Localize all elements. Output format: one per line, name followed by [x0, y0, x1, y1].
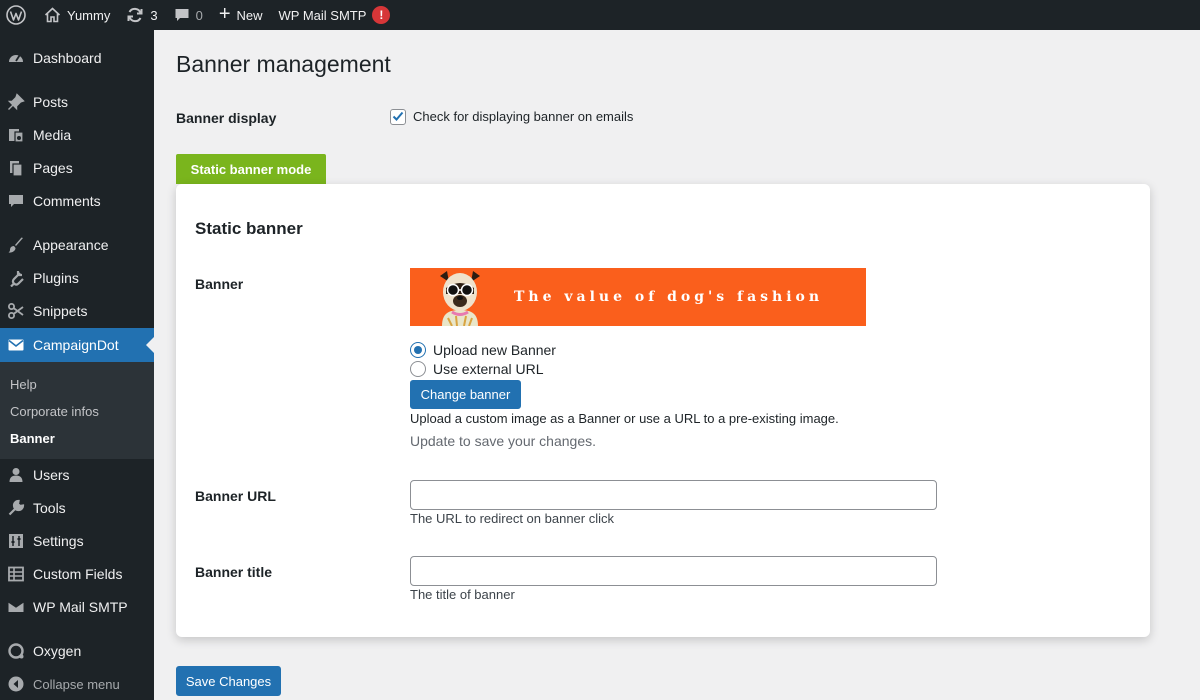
- banner-url-input[interactable]: [410, 480, 937, 510]
- radio-external-label: Use external URL: [433, 361, 544, 377]
- banner-url-label: Banner URL: [195, 488, 276, 504]
- banner-display-checkbox-label[interactable]: Check for displaying banner on emails: [413, 109, 633, 124]
- page-title: Banner management: [176, 51, 391, 77]
- sidebar-item-custom-fields[interactable]: Custom Fields: [0, 557, 154, 591]
- comments-link[interactable]: 0: [166, 0, 211, 30]
- settings-icon: [6, 531, 26, 551]
- sidebar-item-label: Media: [33, 127, 72, 143]
- sidebar-item-appearance[interactable]: Appearance: [0, 228, 154, 262]
- radio-upload-new-banner[interactable]: Upload new Banner: [410, 342, 556, 358]
- submenu-item-banner[interactable]: Banner: [10, 431, 55, 446]
- sidebar-item-posts[interactable]: Posts: [0, 85, 154, 119]
- sidebar-item-media[interactable]: Media: [0, 118, 154, 152]
- wordpress-logo-icon[interactable]: [0, 0, 36, 30]
- banner-label: Banner: [195, 276, 244, 292]
- banner-display-checkbox[interactable]: [390, 109, 406, 125]
- sidebar-item-label: Oxygen: [33, 643, 82, 659]
- comments-count: 0: [195, 7, 203, 23]
- sidebar-item-users[interactable]: Users: [0, 458, 154, 492]
- user-icon: [6, 465, 26, 485]
- dog-illustration: [440, 271, 480, 326]
- grid-icon: [6, 564, 26, 584]
- plug-icon: [6, 268, 26, 288]
- mail-smtp-icon: [6, 597, 26, 617]
- admin-bar: Yummy 3 0 + New WP Mail SMTP !: [0, 0, 1200, 30]
- banner-display-label: Banner display: [176, 110, 277, 126]
- sidebar-item-label: Users: [33, 467, 70, 483]
- sidebar-item-wp-mail-smtp[interactable]: WP Mail SMTP: [0, 590, 154, 624]
- banner-preview-image: The value of dog's fashion: [410, 268, 866, 326]
- sidebar-item-label: Collapse menu: [33, 676, 120, 692]
- sidebar-item-label: Posts: [33, 94, 69, 110]
- dashboard-icon: [6, 48, 26, 68]
- updates-count: 3: [150, 7, 158, 23]
- sidebar-item-label: CampaignDot: [33, 337, 119, 353]
- sidebar-item-settings[interactable]: Settings: [0, 524, 154, 558]
- submenu-item-help[interactable]: Help: [10, 377, 37, 392]
- wp-mail-smtp-label: WP Mail SMTP: [278, 7, 367, 23]
- sidebar-item-tools[interactable]: Tools: [0, 491, 154, 525]
- site-name: Yummy: [67, 7, 111, 23]
- new-label: New: [236, 7, 263, 23]
- sidebar-item-label: Appearance: [33, 237, 109, 253]
- comment-icon: [174, 7, 190, 23]
- sidebar-item-label: Dashboard: [33, 50, 102, 66]
- banner-url-description: The URL to redirect on banner click: [410, 511, 615, 526]
- sidebar-item-label: Pages: [33, 160, 73, 176]
- update-notice-text: Update to save your changes.: [410, 433, 597, 449]
- sidebar-item-comments[interactable]: Comments: [0, 184, 154, 218]
- radio-button-unchecked[interactable]: [410, 361, 426, 377]
- comment-icon: [6, 191, 26, 211]
- alert-badge: !: [372, 6, 391, 24]
- pages-icon: [6, 158, 26, 178]
- radio-upload-label: Upload new Banner: [433, 342, 556, 358]
- sidebar-item-label: Settings: [33, 533, 84, 549]
- new-content-link[interactable]: + New: [211, 0, 271, 30]
- sidebar-item-label: Snippets: [33, 303, 88, 319]
- collapse-menu-button[interactable]: Collapse menu: [0, 667, 154, 700]
- banner-image-text: The value of dog's fashion: [514, 289, 824, 305]
- home-icon: [44, 7, 61, 23]
- collapse-icon: [6, 674, 26, 694]
- sidebar-item-label: Plugins: [33, 270, 79, 286]
- site-name-link[interactable]: Yummy: [36, 0, 118, 30]
- sidebar-item-plugins[interactable]: Plugins: [0, 261, 154, 295]
- campaigndot-submenu: Help Corporate infos Banner: [0, 362, 154, 459]
- card-title: Static banner: [195, 219, 303, 238]
- sidebar-item-snippets[interactable]: Snippets: [0, 294, 154, 328]
- pin-icon: [6, 92, 26, 112]
- brush-icon: [6, 235, 26, 255]
- sidebar-item-pages[interactable]: Pages: [0, 151, 154, 185]
- sidebar-item-oxygen[interactable]: Oxygen: [0, 634, 154, 668]
- wp-mail-smtp-link[interactable]: WP Mail SMTP !: [271, 0, 399, 30]
- banner-title-input[interactable]: [410, 556, 937, 586]
- change-banner-button[interactable]: Change banner: [410, 380, 521, 409]
- scissors-icon: [6, 301, 26, 321]
- sidebar-item-campaigndot[interactable]: CampaignDot: [0, 328, 154, 362]
- sidebar-item-label: Tools: [33, 500, 66, 516]
- sidebar-item-dashboard[interactable]: Dashboard: [0, 41, 154, 75]
- tab-static-banner-mode[interactable]: Static banner mode: [176, 154, 326, 184]
- sidebar-item-label: WP Mail SMTP: [33, 599, 128, 615]
- media-icon: [6, 125, 26, 145]
- save-changes-button[interactable]: Save Changes: [176, 666, 281, 696]
- submenu-item-corporate-infos[interactable]: Corporate infos: [10, 404, 99, 419]
- refresh-icon: [126, 6, 144, 24]
- banner-title-description: The title of banner: [410, 587, 515, 602]
- oxygen-icon: [6, 641, 26, 661]
- banner-title-label: Banner title: [195, 564, 273, 580]
- wrench-icon: [6, 498, 26, 518]
- updates-link[interactable]: 3: [118, 0, 165, 30]
- radio-use-external-url[interactable]: Use external URL: [410, 361, 544, 377]
- sidebar-item-label: Custom Fields: [33, 566, 123, 582]
- checkmark-icon: [392, 109, 404, 125]
- envelope-icon: [6, 335, 26, 355]
- radio-button-checked[interactable]: [410, 342, 426, 358]
- sidebar-item-label: Comments: [33, 193, 101, 209]
- banner-help-text: Upload a custom image as a Banner or use…: [410, 411, 839, 426]
- admin-sidebar: Help Corporate infos Banner Dashboard Po…: [0, 30, 154, 700]
- plus-icon: +: [218, 3, 231, 25]
